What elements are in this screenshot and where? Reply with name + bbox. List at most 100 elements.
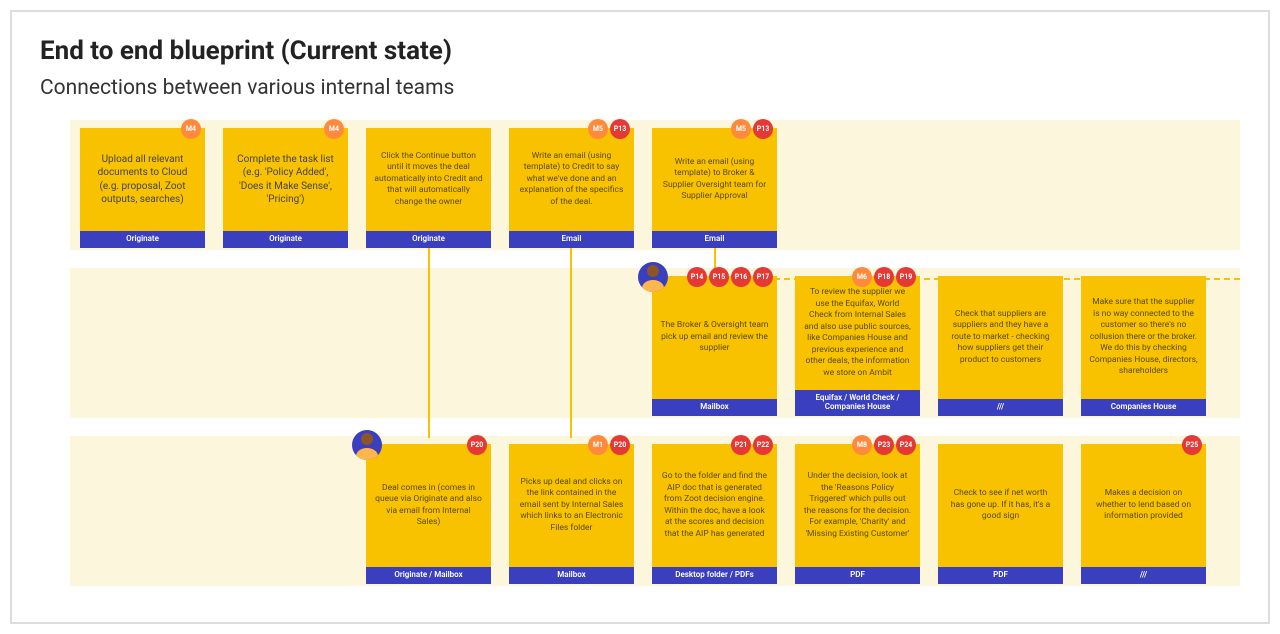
pain-badge: P15 <box>709 267 729 287</box>
pain-badge: P19 <box>896 267 916 287</box>
metric-badge: M5 <box>731 119 751 139</box>
swimlane-slot: M5P13Write an email (using template) to … <box>652 128 777 250</box>
blueprint-card: Click the Continue button until it moves… <box>366 128 491 248</box>
blueprint-card: M4Complete the task list (e.g. 'Policy A… <box>223 128 348 248</box>
blueprint-card: M4Upload all relevant documents to Cloud… <box>80 128 205 248</box>
badge-group: M1P20 <box>588 435 630 455</box>
pain-badge: P16 <box>731 267 751 287</box>
card-body: Deal comes in (comes in queue via Origin… <box>366 444 491 567</box>
pain-badge: P13 <box>753 119 773 139</box>
pain-badge: P20 <box>610 435 630 455</box>
card-body: Check that suppliers are suppliers and t… <box>938 276 1063 399</box>
metric-badge: M4 <box>181 119 201 139</box>
swimlane-row: M4Upload all relevant documents to Cloud… <box>70 120 1240 250</box>
swimlane-slot: Check to see if net worth has gone up. I… <box>938 444 1063 586</box>
blueprint-card: M5P13Write an email (using template) to … <box>652 128 777 248</box>
persona-avatar <box>352 430 382 460</box>
blueprint-card: M5P13Write an email (using template) to … <box>509 128 634 248</box>
badge-group: M6P18P19 <box>852 267 916 287</box>
card-system-label: Email <box>652 231 777 248</box>
card-system-label: PDF <box>938 567 1063 584</box>
card-system-label: /// <box>938 399 1063 416</box>
card-system-label: PDF <box>795 567 920 584</box>
badge-group: P21P22 <box>731 435 773 455</box>
card-body: Make sure that the supplier is no way co… <box>1081 276 1206 399</box>
card-system-label: Originate <box>223 231 348 248</box>
badge-group: M4 <box>324 119 344 139</box>
card-system-label: Originate / Mailbox <box>366 567 491 584</box>
card-body: Under the decision, look at the 'Reasons… <box>795 444 920 567</box>
swimlane-slot: Click the Continue button until it moves… <box>366 128 491 250</box>
metric-badge: M4 <box>324 119 344 139</box>
blueprint-card: P20Deal comes in (comes in queue via Ori… <box>366 444 491 584</box>
pain-badge: P21 <box>731 435 751 455</box>
badge-group: M5P13 <box>731 119 773 139</box>
swimlane-slot: P25Makes a decision on whether to lend b… <box>1081 444 1206 586</box>
connector-dash <box>714 278 1240 280</box>
blueprint-card: P25Makes a decision on whether to lend b… <box>1081 444 1206 584</box>
page-subtitle: Connections between various internal tea… <box>40 76 1240 100</box>
pain-badge: P14 <box>687 267 707 287</box>
pain-badge: P22 <box>753 435 773 455</box>
card-system-label: Email <box>509 231 634 248</box>
pain-badge: P13 <box>610 119 630 139</box>
pain-badge: P23 <box>874 435 894 455</box>
metric-badge: M5 <box>588 119 608 139</box>
blueprint-card: Check to see if net worth has gone up. I… <box>938 444 1063 584</box>
card-body: Write an email (using template) to Credi… <box>509 128 634 231</box>
card-system-label: /// <box>1081 567 1206 584</box>
card-body: Upload all relevant documents to Cloud (… <box>80 128 205 231</box>
card-system-label: Originate <box>80 231 205 248</box>
pain-badge: P25 <box>1182 435 1202 455</box>
card-body: Makes a decision on whether to lend base… <box>1081 444 1206 567</box>
swimlane-slot: P21P22Go to the folder and find the AIP … <box>652 444 777 586</box>
swimlane-slot <box>80 276 205 418</box>
badge-group: M8P23P24 <box>852 435 916 455</box>
metric-badge: M1 <box>588 435 608 455</box>
blueprint-card: P21P22Go to the folder and find the AIP … <box>652 444 777 584</box>
swimlane-container: M4Upload all relevant documents to Cloud… <box>70 120 1240 586</box>
card-body: To review the supplier we use the Equifa… <box>795 276 920 390</box>
swimlane-slot: M5P13Write an email (using template) to … <box>509 128 634 250</box>
metric-badge: M6 <box>852 267 872 287</box>
card-body: Write an email (using template) to Broke… <box>652 128 777 231</box>
swimlane-slot <box>223 276 348 418</box>
card-system-label: Mailbox <box>509 567 634 584</box>
swimlane-slot: P14P15P16P17The Broker & Oversight team … <box>652 276 777 418</box>
pain-badge: P24 <box>896 435 916 455</box>
card-system-label: Mailbox <box>652 399 777 416</box>
badge-group: P14P15P16P17 <box>687 267 773 287</box>
blueprint-card: M8P23P24Under the decision, look at the … <box>795 444 920 584</box>
blueprint-card: M1P20Picks up deal and clicks on the lin… <box>509 444 634 584</box>
metric-badge: M8 <box>852 435 872 455</box>
connector <box>570 268 572 438</box>
badge-group: P20 <box>467 435 487 455</box>
connector <box>428 268 430 438</box>
swimlane-slot: M8P23P24Under the decision, look at the … <box>795 444 920 586</box>
swimlane-slot: M6P18P19To review the supplier we use th… <box>795 276 920 418</box>
card-system-label: Companies House <box>1081 399 1206 416</box>
blueprint-card: Check that suppliers are suppliers and t… <box>938 276 1063 416</box>
swimlane-slot: M4Upload all relevant documents to Cloud… <box>80 128 205 250</box>
swimlane-slot <box>938 128 1063 250</box>
swimlane-slot: M4Complete the task list (e.g. 'Policy A… <box>223 128 348 250</box>
persona-avatar <box>638 262 668 292</box>
connector <box>570 248 572 270</box>
card-body: Picks up deal and clicks on the link con… <box>509 444 634 567</box>
page-title: End to end blueprint (Current state) <box>40 36 1240 66</box>
swimlane-slot <box>1081 128 1206 250</box>
blueprint-card: P14P15P16P17The Broker & Oversight team … <box>652 276 777 416</box>
card-system-label: Originate <box>366 231 491 248</box>
card-body: Complete the task list (e.g. 'Policy Add… <box>223 128 348 231</box>
pain-badge: P20 <box>467 435 487 455</box>
swimlane-slot <box>80 444 205 586</box>
swimlane-slot: M1P20Picks up deal and clicks on the lin… <box>509 444 634 586</box>
swimlane-slot: Make sure that the supplier is no way co… <box>1081 276 1206 418</box>
swimlane-slot <box>223 444 348 586</box>
card-system-label: Desktop folder / PDFs <box>652 567 777 584</box>
swimlane-slot <box>795 128 920 250</box>
connector <box>428 248 430 270</box>
card-body: Go to the folder and find the AIP doc th… <box>652 444 777 567</box>
swimlane-row: P14P15P16P17The Broker & Oversight team … <box>70 268 1240 418</box>
card-body: Check to see if net worth has gone up. I… <box>938 444 1063 567</box>
